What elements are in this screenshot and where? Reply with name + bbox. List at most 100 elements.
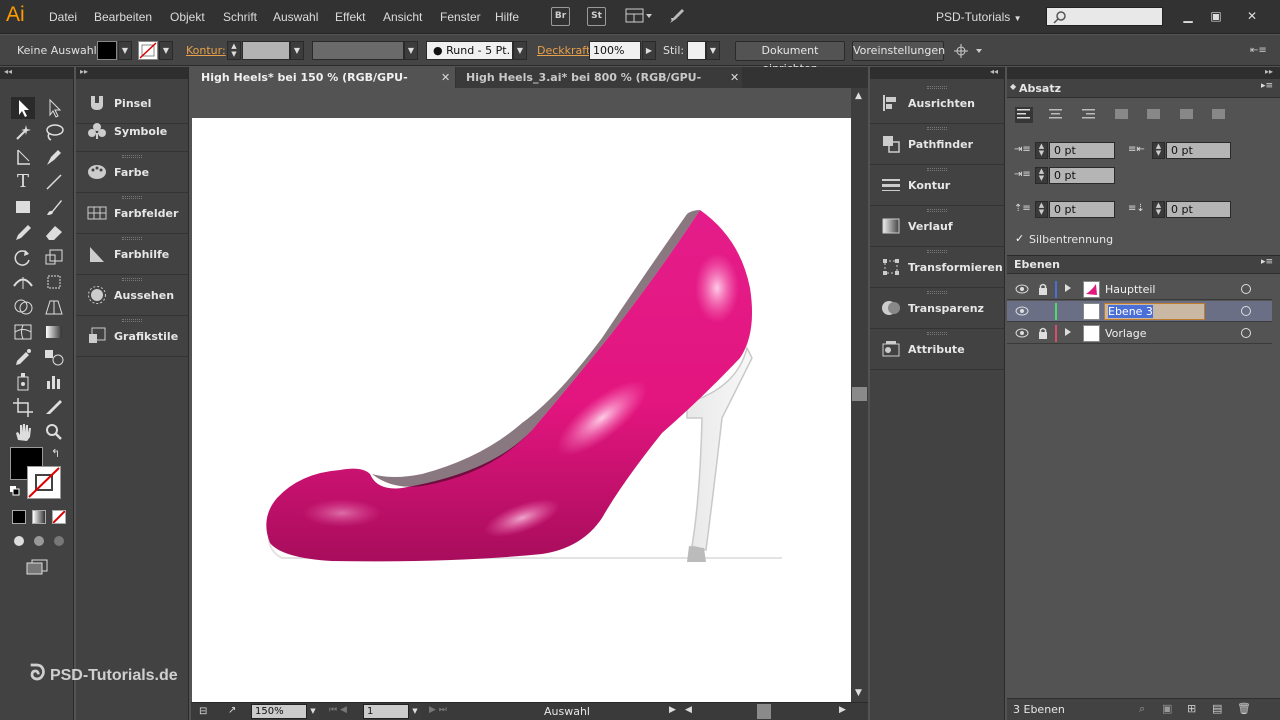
locate-object-icon[interactable]: ⌕ — [1139, 702, 1145, 716]
grip[interactable] — [122, 155, 142, 158]
menu-datei[interactable]: Datei — [49, 10, 77, 24]
panel-transparenz[interactable]: Transparenz — [870, 288, 1005, 329]
width-tool-icon[interactable] — [11, 271, 35, 293]
panel-farbfelder[interactable]: Farbfelder — [76, 193, 189, 234]
style-dropdown[interactable]: ▼ — [706, 41, 720, 60]
space-before-stepper[interactable]: ▲ ▼ — [1035, 201, 1048, 218]
artboard-tool-icon[interactable] — [11, 396, 35, 418]
left-indent-stepper[interactable]: ▲ ▼ — [1035, 142, 1048, 159]
justify-center-icon[interactable] — [1145, 107, 1163, 123]
gpu-performance-icon[interactable]: ⊟ — [199, 706, 207, 717]
opacity-arrow[interactable]: ▶ — [642, 41, 656, 60]
panel-aussehen[interactable]: Aussehen — [76, 275, 189, 316]
space-after-stepper[interactable]: ▲ ▼ — [1152, 201, 1165, 218]
preferences-button[interactable]: Voreinstellungen — [852, 41, 945, 61]
document-setup-button[interactable]: Dokument einrichten — [735, 41, 845, 75]
type-tool-icon[interactable]: T — [11, 171, 35, 193]
justify-all-icon[interactable] — [1210, 107, 1228, 123]
trash-icon[interactable]: 🗑 — [1237, 702, 1251, 715]
fill-dropdown[interactable]: ▼ — [118, 41, 132, 60]
gpu-rocket-icon[interactable] — [668, 7, 686, 25]
stroke-color-swatch[interactable] — [27, 466, 61, 499]
lock-icon[interactable] — [1038, 327, 1048, 339]
space-after-field[interactable]: 0 pt — [1166, 201, 1231, 218]
free-transform-tool-icon[interactable] — [42, 271, 66, 293]
layer-row-hauptteil[interactable]: Hauptteil — [1007, 279, 1272, 300]
gradient-mode-icon[interactable] — [32, 510, 46, 524]
justify-left-icon[interactable] — [1113, 107, 1131, 123]
left-indent-field[interactable]: 0 pt — [1049, 142, 1115, 159]
menu-schrift[interactable]: Schrift — [223, 10, 257, 24]
eye-icon[interactable] — [1015, 306, 1029, 316]
close-tab-icon[interactable]: ✕ — [441, 67, 450, 88]
scroll-thumb[interactable] — [852, 387, 867, 401]
scroll-up-icon[interactable]: ▲ — [855, 91, 862, 101]
artboard[interactable] — [192, 118, 851, 702]
grip[interactable] — [927, 127, 947, 130]
opacity-field[interactable]: 100% — [589, 41, 641, 60]
layer-row-vorlage[interactable]: Vorlage — [1007, 323, 1272, 344]
magic-wand-tool-icon[interactable] — [11, 121, 35, 143]
rotate-tool-icon[interactable] — [11, 246, 35, 268]
align-right-icon[interactable] — [1080, 107, 1098, 123]
symbol-sprayer-tool-icon[interactable] — [11, 371, 35, 393]
target-icon[interactable] — [1241, 284, 1251, 294]
selection-tool-icon[interactable] — [11, 97, 35, 119]
eraser-tool-icon[interactable] — [42, 221, 66, 243]
maximize-button[interactable]: ▣ — [1208, 8, 1224, 24]
grip[interactable] — [122, 278, 142, 281]
panel-transformieren[interactable]: Transformieren — [870, 247, 1005, 288]
hyphenation-checkbox[interactable]: ✓ — [1015, 233, 1026, 244]
first-artboard-icon[interactable]: ⏮ ◀ — [329, 705, 347, 715]
panel-grafikstile[interactable]: Grafikstile — [76, 316, 189, 357]
justify-right-icon[interactable] — [1178, 107, 1196, 123]
mesh-tool-icon[interactable] — [11, 321, 35, 343]
target-icon[interactable] — [1241, 306, 1251, 316]
grip[interactable] — [927, 291, 947, 294]
tab-high-heels-3[interactable]: High Heels_3.ai* bei 800 % (RGB/GPU-Vors… — [456, 67, 742, 105]
hscroll-left-icon[interactable]: ◀ — [685, 705, 692, 715]
blend-tool-icon[interactable] — [42, 346, 66, 368]
shape-builder-tool-icon[interactable] — [11, 296, 35, 318]
panel-ausrichten[interactable]: Ausrichten — [870, 83, 1005, 124]
hscroll-thumb[interactable] — [757, 704, 771, 719]
brush-field[interactable]: ● Rund - 5 Pt. — [426, 41, 513, 60]
grip[interactable] — [927, 86, 947, 89]
search-input[interactable] — [1046, 7, 1163, 26]
close-tab-icon[interactable]: ✕ — [730, 67, 739, 88]
scroll-down-icon[interactable]: ▼ — [855, 688, 862, 698]
menu-fenster[interactable]: Fenster — [440, 10, 481, 24]
pen-tool-icon[interactable] — [42, 146, 66, 168]
scale-tool-icon[interactable] — [42, 246, 66, 268]
new-sublayer-icon[interactable]: ⊞ — [1187, 702, 1196, 715]
target-icon[interactable] — [1241, 328, 1251, 338]
swap-colors-icon[interactable]: ↰ — [51, 447, 60, 460]
align-left-icon[interactable] — [1015, 107, 1033, 123]
export-icon[interactable]: ↗ — [228, 705, 236, 716]
screen-mode-icon[interactable] — [26, 559, 48, 575]
gradient-tool-icon[interactable] — [42, 321, 66, 343]
first-line-indent-field[interactable]: 0 pt — [1049, 167, 1115, 184]
panel-farbhilfe[interactable]: Farbhilfe — [76, 234, 189, 275]
menu-hilfe[interactable]: Hilfe — [495, 10, 519, 24]
stroke-weight-field[interactable] — [242, 41, 290, 60]
draw-normal-icon[interactable] — [12, 534, 68, 548]
grip[interactable] — [927, 209, 947, 212]
grip[interactable] — [122, 196, 142, 199]
eye-icon[interactable] — [1015, 328, 1029, 338]
zoom-tool-icon[interactable] — [42, 421, 66, 443]
default-colors-icon[interactable] — [10, 486, 20, 496]
hscroll-right-icon[interactable]: ▶ — [839, 705, 846, 715]
tab-high-heels[interactable]: High Heels* bei 150 % (RGB/GPU-Vorschau)… — [191, 67, 455, 105]
grip[interactable] — [122, 319, 142, 322]
expand-arrow-icon[interactable] — [1065, 284, 1071, 292]
fill-swatch[interactable] — [97, 41, 117, 60]
direct-selection-tool-icon[interactable] — [42, 97, 66, 119]
menu-objekt[interactable]: Objekt — [170, 10, 205, 24]
high-heel-artwork[interactable] — [192, 118, 851, 702]
expand-icon[interactable]: ▸▸ — [80, 67, 88, 76]
isolation-mode-icon[interactable] — [954, 44, 986, 58]
lock-icon[interactable] — [1038, 283, 1048, 295]
page-field[interactable]: 1 — [363, 704, 409, 719]
menu-bearbeiten[interactable]: Bearbeiten — [94, 10, 152, 24]
